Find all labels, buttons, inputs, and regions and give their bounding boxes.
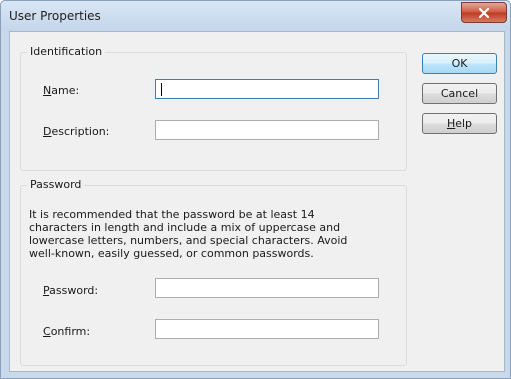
dialog-body: Identification Name: Description: Passwo… bbox=[9, 31, 505, 372]
description-input[interactable] bbox=[156, 121, 378, 139]
description-label: Description: bbox=[43, 125, 109, 138]
dialog-title: User Properties bbox=[9, 9, 101, 23]
password-group-title: Password bbox=[27, 178, 85, 191]
ok-button[interactable]: OK bbox=[422, 53, 497, 74]
confirm-label-text: onfirm: bbox=[50, 325, 91, 338]
text-caret bbox=[161, 83, 162, 96]
name-label: Name: bbox=[43, 84, 79, 97]
identification-group-title: Identification bbox=[27, 45, 106, 58]
password-label: Password: bbox=[43, 284, 98, 297]
confirm-label-mnemonic: C bbox=[43, 325, 51, 338]
user-properties-dialog: User Properties Identification Name: Des… bbox=[0, 0, 511, 379]
help-button[interactable]: Help bbox=[422, 113, 497, 134]
password-input[interactable] bbox=[156, 279, 378, 297]
name-field[interactable] bbox=[155, 79, 379, 99]
help-button-mnemonic: H bbox=[446, 117, 456, 130]
password-label-text: assword: bbox=[49, 284, 99, 297]
cancel-button[interactable]: Cancel bbox=[422, 83, 497, 104]
confirm-input[interactable] bbox=[156, 320, 378, 338]
name-label-text: ame: bbox=[51, 84, 80, 97]
name-input[interactable] bbox=[156, 80, 378, 98]
description-field[interactable] bbox=[155, 120, 379, 140]
name-label-mnemonic: N bbox=[43, 84, 52, 97]
close-icon bbox=[479, 7, 489, 18]
help-button-text: elp bbox=[455, 117, 473, 130]
title-bar[interactable]: User Properties bbox=[1, 1, 510, 31]
close-button[interactable] bbox=[461, 2, 507, 23]
password-recommendation-text: It is recommended that the password be a… bbox=[29, 208, 348, 260]
confirm-label: Confirm: bbox=[43, 325, 90, 338]
confirm-field[interactable] bbox=[155, 319, 379, 339]
description-label-text: escription: bbox=[51, 125, 110, 138]
password-field[interactable] bbox=[155, 278, 379, 298]
identification-group: Identification bbox=[20, 45, 407, 171]
